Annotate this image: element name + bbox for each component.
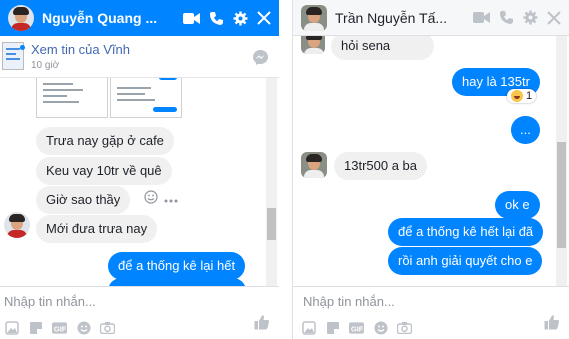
chat-window-2: Trần Nguyễn Tấ... hỏi sena hay là 135tr …	[292, 0, 569, 339]
message-bubble: Mới đưa trưa nay	[36, 215, 158, 243]
camera-icon[interactable]	[100, 320, 115, 335]
like-icon[interactable]	[254, 314, 270, 335]
svg-text:GIF: GIF	[351, 324, 364, 333]
close-icon[interactable]	[257, 11, 271, 25]
sticker-icon[interactable]	[28, 320, 43, 335]
svg-text:GIF: GIF	[54, 324, 67, 333]
reaction-badge[interactable]: 1	[507, 89, 537, 103]
scrollbar-thumb[interactable]	[557, 142, 566, 248]
photo-icon[interactable]	[4, 320, 19, 335]
messenger-icon[interactable]	[252, 49, 269, 71]
composer-1: Nhập tin nhắn... GIF	[0, 286, 279, 339]
haha-emoji-icon	[511, 90, 523, 102]
contact-name[interactable]: Nguyễn Quang ...	[42, 10, 179, 26]
shared-story-bar[interactable]: Xem tin của Vĩnh 10 giờ	[0, 36, 279, 78]
composer-2: Nhập tin nhắn... GIF	[293, 286, 569, 339]
window-gap	[279, 0, 292, 339]
story-link[interactable]: Xem tin của Vĩnh	[31, 42, 130, 57]
phone-icon[interactable]	[499, 10, 514, 25]
scrollbar[interactable]	[556, 36, 567, 286]
chat-window-1: Nguyễn Quang ... Xem tin của Vĩnh 10 giờ	[0, 0, 279, 339]
message-bubble: rồi anh giải quyết cho e	[388, 247, 543, 275]
message-actions[interactable]	[144, 190, 178, 207]
scrollbar[interactable]	[266, 78, 277, 286]
photo-icon[interactable]	[301, 320, 316, 335]
close-icon[interactable]	[547, 10, 561, 25]
message-list-2[interactable]: hỏi sena hay là 135tr 1 ... 13tr500 a ba…	[293, 36, 569, 286]
message-bubble: để a thống kê lại hết	[108, 252, 246, 280]
contact-name[interactable]: Trần Nguyễn Tấ...	[335, 10, 469, 26]
message-input[interactable]: Nhập tin nhắn...	[4, 294, 96, 309]
image-attachment[interactable]	[36, 78, 108, 118]
gif-icon[interactable]: GIF	[349, 320, 364, 335]
message-bubble: để a thống kê hết lại đã	[388, 218, 544, 246]
message-bubble	[108, 278, 246, 286]
message-bubble: 13tr500 a ba	[334, 152, 428, 180]
message-bubble: ...	[511, 116, 540, 144]
emoji-reaction-icon[interactable]	[144, 190, 158, 207]
story-time: 10 giờ	[31, 60, 60, 71]
emoji-icon[interactable]	[76, 320, 91, 335]
scrollbar-thumb[interactable]	[267, 208, 276, 240]
gear-icon[interactable]	[233, 11, 248, 26]
sticker-icon[interactable]	[325, 320, 340, 335]
gear-icon[interactable]	[523, 10, 538, 25]
message-bubble: ok e	[495, 191, 540, 219]
reaction-count: 1	[526, 90, 533, 102]
camera-icon[interactable]	[397, 320, 412, 335]
emoji-icon[interactable]	[373, 320, 388, 335]
contact-avatar[interactable]	[301, 152, 327, 178]
message-input[interactable]: Nhập tin nhắn...	[303, 294, 395, 309]
message-bubble: Keu vay 10tr về quê	[36, 157, 172, 185]
more-options-icon[interactable]	[164, 192, 178, 206]
phone-icon[interactable]	[209, 11, 224, 26]
contact-avatar[interactable]	[8, 5, 34, 31]
message-bubble: Trưa nay gặp ở cafe	[36, 127, 174, 155]
contact-avatar[interactable]	[301, 4, 327, 31]
message-list-1[interactable]: Trưa nay gặp ở cafe Keu vay 10tr về quê …	[0, 78, 279, 286]
message-bubble: Giờ sao thầy	[36, 186, 131, 214]
image-attachment[interactable]	[110, 78, 182, 118]
chat-header-1[interactable]: Nguyễn Quang ...	[0, 0, 279, 36]
video-camera-icon[interactable]	[183, 12, 200, 25]
like-icon[interactable]	[544, 314, 560, 335]
message-bubble: hỏi sena	[331, 36, 435, 60]
contact-avatar[interactable]	[4, 212, 30, 238]
gif-icon[interactable]: GIF	[52, 320, 67, 335]
unread-dot	[20, 45, 25, 50]
contact-avatar[interactable]	[301, 36, 325, 54]
chat-header-2[interactable]: Trần Nguyễn Tấ...	[293, 0, 569, 36]
video-camera-icon[interactable]	[473, 11, 490, 24]
